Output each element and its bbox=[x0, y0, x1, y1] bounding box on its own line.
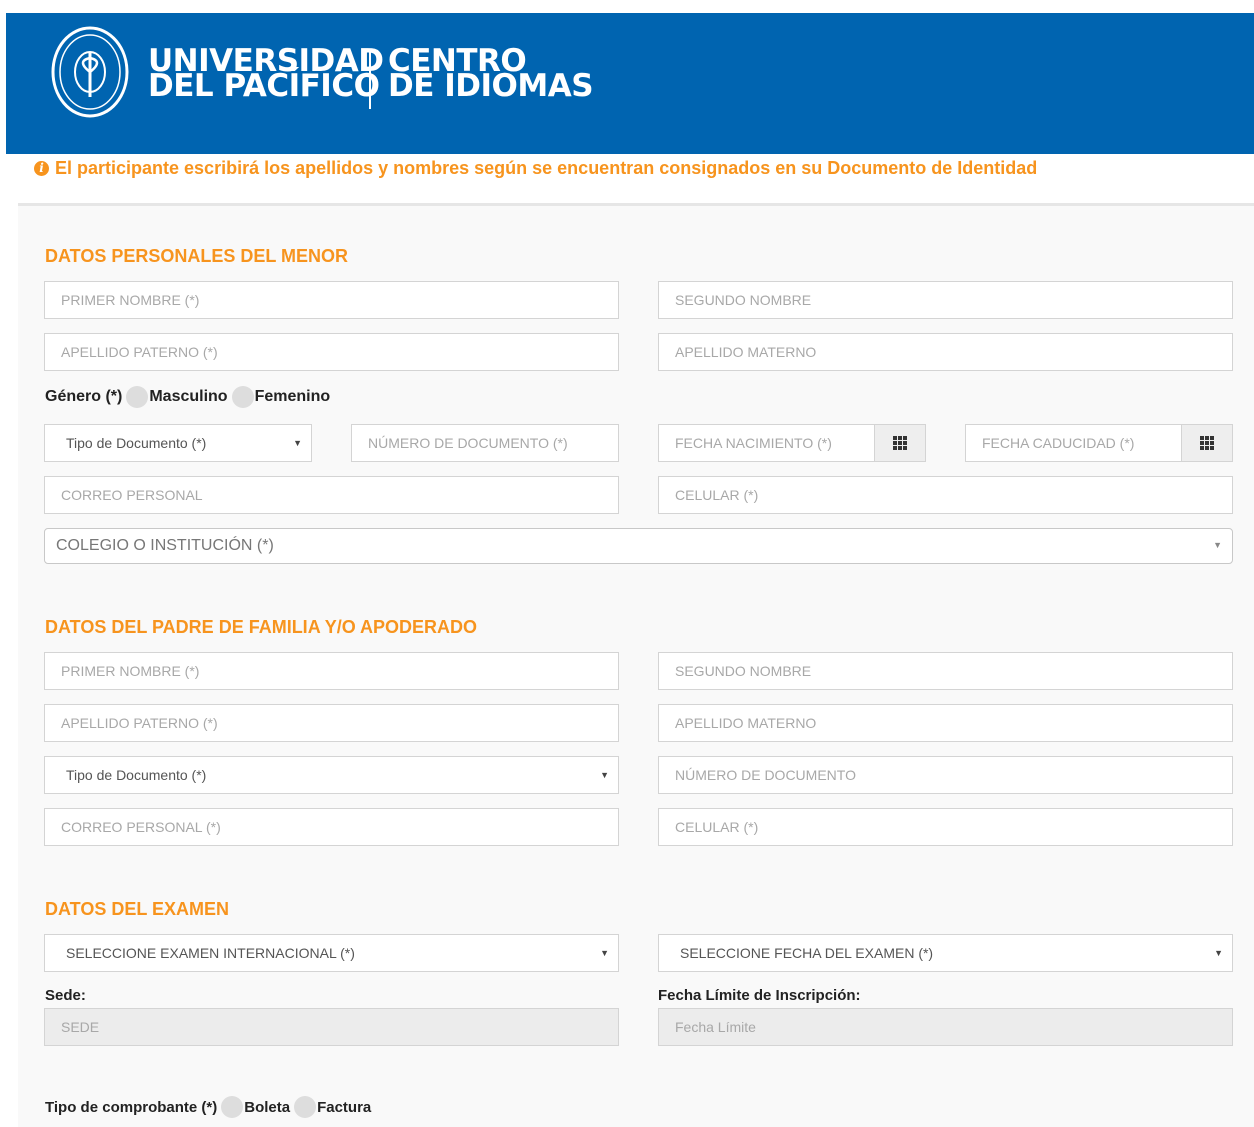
expiry-date-placeholder: FECHA CADUCIDAD (*) bbox=[982, 435, 1135, 451]
receipt-boleta-label[interactable]: Boleta bbox=[244, 1099, 290, 1116]
brand-divider bbox=[369, 51, 371, 109]
receipt-factura-radio[interactable] bbox=[294, 1096, 317, 1118]
exam-date-select[interactable]: SELECCIONE FECHA DEL EXAMEN (*) ▼ bbox=[658, 934, 1233, 972]
guardian-doc-number-input[interactable]: NÚMERO DE DOCUMENTO bbox=[658, 756, 1233, 794]
minor-email-input[interactable]: CORREO PERSONAL bbox=[44, 476, 619, 514]
gender-male-label[interactable]: Masculino bbox=[149, 388, 227, 406]
info-icon: i bbox=[34, 160, 49, 176]
minor-birth-date-input[interactable]: FECHA NACIMIENTO (*) bbox=[658, 424, 926, 462]
guardian-section-title: DATOS DEL PADRE DE FAMILIA Y/O APODERADO bbox=[45, 617, 478, 637]
gender-female-radio[interactable] bbox=[231, 386, 254, 408]
minor-doc-number-input[interactable]: NÚMERO DE DOCUMENTO (*) bbox=[351, 424, 619, 462]
minor-section-title: DATOS PERSONALES DEL MENOR bbox=[45, 246, 349, 266]
receipt-factura-label[interactable]: Factura bbox=[317, 1099, 371, 1116]
minor-doc-type-value: Tipo de Documento (*) bbox=[66, 435, 207, 451]
guardian-mobile-input[interactable]: CELULAR (*) bbox=[658, 808, 1233, 846]
chevron-down-icon: ▼ bbox=[600, 948, 609, 958]
gender-male-radio[interactable] bbox=[126, 386, 149, 408]
birth-date-placeholder: FECHA NACIMIENTO (*) bbox=[675, 435, 832, 451]
notice-text: El participante escribirá los apellidos … bbox=[55, 158, 1038, 178]
university-seal-logo bbox=[51, 26, 129, 118]
university-name-line2: DEL PACÍFICO bbox=[148, 68, 380, 104]
site-field: SEDE bbox=[44, 1008, 619, 1046]
minor-second-name-input[interactable]: SEGUNDO NOMBRE bbox=[658, 281, 1233, 319]
receipt-type-label: Tipo de comprobante (*) bbox=[45, 1098, 218, 1116]
expiry-date-calendar-button[interactable] bbox=[1181, 425, 1232, 461]
gender-label: Género (*) bbox=[45, 388, 123, 405]
guardian-paternal-surname-input[interactable]: APELLIDO PATERNO (*) bbox=[44, 704, 619, 742]
chevron-down-icon: ▼ bbox=[600, 770, 609, 780]
calendar-icon bbox=[1200, 436, 1214, 450]
exam-select-value: SELECCIONE EXAMEN INTERNACIONAL (*) bbox=[66, 945, 355, 961]
chevron-down-icon: ▼ bbox=[1214, 948, 1223, 958]
deadline-label: Fecha Límite de Inscripción: bbox=[658, 987, 861, 1004]
guardian-email-input[interactable]: CORREO PERSONAL (*) bbox=[44, 808, 619, 846]
minor-paternal-surname-input[interactable]: APELLIDO PATERNO (*) bbox=[44, 333, 619, 371]
birth-date-calendar-button[interactable] bbox=[874, 425, 925, 461]
guardian-doc-type-value: Tipo de Documento (*) bbox=[66, 767, 207, 783]
gender-female-label[interactable]: Femenino bbox=[255, 388, 331, 406]
chevron-down-icon: ▼ bbox=[1213, 540, 1222, 550]
school-select-value: COLEGIO O INSTITUCIÓN (*) bbox=[56, 537, 274, 554]
identity-notice: i El participante escribirá los apellido… bbox=[34, 157, 1037, 179]
receipt-type-group: Tipo de comprobante (*) Boleta Factura bbox=[45, 1096, 371, 1118]
minor-mobile-input[interactable]: CELULAR (*) bbox=[658, 476, 1233, 514]
minor-gender-group: Género (*) Masculino Femenino bbox=[45, 386, 330, 408]
header-banner: UNIVERSIDAD DEL PACÍFICO CENTRO DE IDIOM… bbox=[6, 13, 1254, 154]
exam-section-title: DATOS DEL EXAMEN bbox=[45, 899, 230, 919]
calendar-icon bbox=[893, 436, 907, 450]
guardian-maternal-surname-input[interactable]: APELLIDO MATERNO bbox=[658, 704, 1233, 742]
deadline-field: Fecha Límite bbox=[658, 1008, 1233, 1046]
minor-expiry-date-input[interactable]: FECHA CADUCIDAD (*) bbox=[965, 424, 1233, 462]
guardian-second-name-input[interactable]: SEGUNDO NOMBRE bbox=[658, 652, 1233, 690]
minor-first-name-input[interactable]: PRIMER NOMBRE (*) bbox=[44, 281, 619, 319]
center-name-line2: DE IDIOMAS bbox=[388, 68, 594, 104]
minor-maternal-surname-input[interactable]: APELLIDO MATERNO bbox=[658, 333, 1233, 371]
site-label: Sede: bbox=[45, 987, 86, 1004]
receipt-boleta-radio[interactable] bbox=[221, 1096, 244, 1118]
exam-select[interactable]: SELECCIONE EXAMEN INTERNACIONAL (*) ▼ bbox=[44, 934, 619, 972]
exam-date-select-value: SELECCIONE FECHA DEL EXAMEN (*) bbox=[680, 945, 934, 961]
school-select[interactable]: COLEGIO O INSTITUCIÓN (*) ▼ bbox=[44, 528, 1233, 564]
chevron-down-icon: ▼ bbox=[293, 438, 302, 448]
minor-doc-type-select[interactable]: Tipo de Documento (*) ▼ bbox=[44, 424, 312, 462]
guardian-doc-type-select[interactable]: Tipo de Documento (*) ▼ bbox=[44, 756, 619, 794]
guardian-first-name-input[interactable]: PRIMER NOMBRE (*) bbox=[44, 652, 619, 690]
